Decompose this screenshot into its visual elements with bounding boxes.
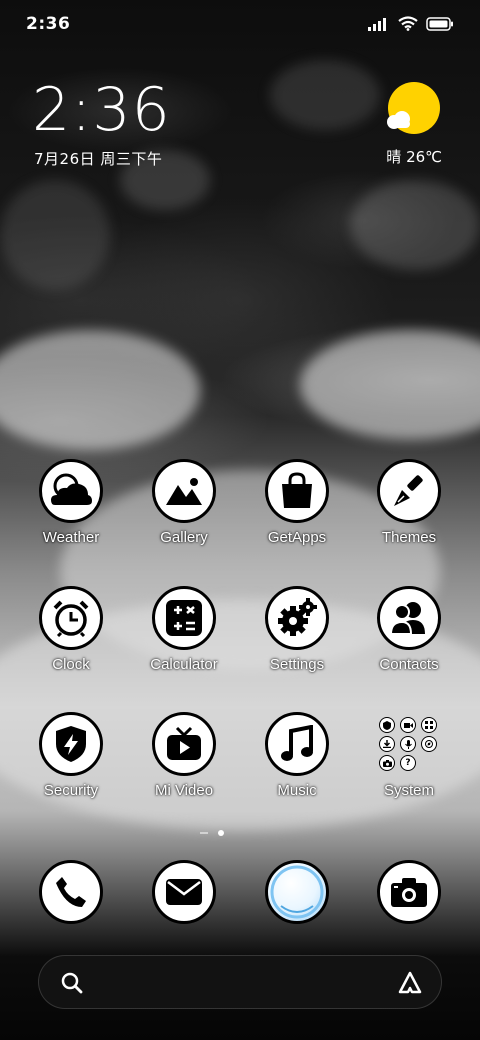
app-themes[interactable]: Themes — [359, 459, 459, 546]
gallery-mountain-icon — [166, 478, 202, 505]
app-gallery[interactable]: Gallery — [134, 459, 234, 546]
shield-bolt-icon — [56, 726, 86, 762]
clock-widget-date: 7月26日 周三下午 — [34, 150, 163, 168]
mail-icon — [166, 879, 202, 905]
assistant-icon[interactable] — [397, 970, 423, 996]
status-time: 2:36 — [26, 14, 71, 34]
app-music[interactable]: Music — [247, 712, 347, 799]
camera-mini-icon — [379, 755, 395, 771]
app-weather[interactable]: Weather — [21, 459, 121, 546]
music-note-icon — [281, 725, 313, 761]
shield-mini-icon — [379, 717, 395, 733]
dock-phone[interactable] — [21, 860, 121, 924]
status-bar: 2:36 — [0, 0, 480, 50]
app-label: GetApps — [267, 529, 327, 546]
brush-icon — [394, 475, 423, 506]
compass-mini-icon — [421, 736, 437, 752]
camera-icon — [391, 878, 427, 907]
app-contacts[interactable]: Contacts — [359, 586, 459, 673]
app-clock[interactable]: Clock — [21, 586, 121, 673]
search-icon[interactable] — [61, 972, 83, 994]
search-bar[interactable] — [38, 955, 442, 1009]
app-mi-video[interactable]: Mi Video — [134, 712, 234, 799]
app-label: Gallery — [160, 529, 208, 546]
clock-widget-time[interactable]: 2:36 — [32, 78, 171, 142]
dock-mail[interactable] — [134, 860, 234, 924]
download-mini-icon — [379, 736, 395, 752]
weather-cloud-icon — [51, 473, 92, 505]
video-mini-icon — [400, 717, 416, 733]
app-label: Settings — [269, 656, 325, 673]
app-label: Music — [277, 782, 317, 799]
browser-icon — [270, 865, 324, 919]
page-indicator[interactable] — [200, 830, 224, 836]
alarm-clock-icon — [53, 600, 89, 638]
app-label: Security — [43, 782, 99, 799]
app-folder-system[interactable]: ? System — [359, 712, 459, 799]
page-indicator-inactive — [200, 832, 208, 834]
calculator-icon — [166, 600, 202, 636]
app-getapps[interactable]: GetApps — [247, 459, 347, 546]
app-label: Clock — [52, 656, 90, 673]
tv-play-icon — [167, 726, 201, 760]
signal-icon — [368, 17, 386, 31]
scan-mini-icon — [421, 717, 437, 733]
app-label: System — [383, 782, 434, 799]
contacts-icon — [389, 602, 425, 635]
wifi-icon — [398, 16, 418, 31]
app-label: Mi Video — [154, 782, 214, 799]
sun-cloud-icon — [387, 82, 440, 134]
app-label: Calculator — [150, 656, 218, 673]
dock-camera[interactable] — [359, 860, 459, 924]
battery-icon — [426, 16, 453, 31]
app-label: Themes — [381, 529, 437, 546]
dock-browser[interactable] — [247, 860, 347, 924]
phone-icon — [56, 877, 86, 907]
gears-icon — [278, 598, 317, 636]
shopping-bag-icon — [282, 472, 312, 508]
weather-temperature: 晴 26℃ — [386, 148, 442, 166]
mic-mini-icon — [400, 736, 416, 752]
help-mini-icon: ? — [400, 755, 416, 771]
app-label: Weather — [42, 529, 100, 546]
app-security[interactable]: Security — [21, 712, 121, 799]
app-settings[interactable]: Settings — [247, 586, 347, 673]
folder-icon: ? — [377, 712, 441, 776]
app-calculator[interactable]: Calculator — [134, 586, 234, 673]
app-label: Contacts — [379, 656, 439, 673]
page-indicator-active — [218, 830, 224, 836]
